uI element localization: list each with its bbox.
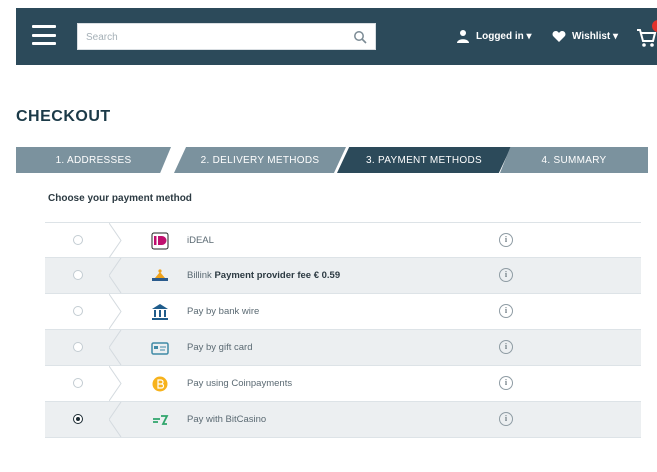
- info-icon[interactable]: i: [499, 304, 513, 318]
- step-addresses[interactable]: 1. ADDRESSES: [16, 147, 171, 173]
- search-icon[interactable]: [353, 30, 367, 44]
- payment-option-bitcasino[interactable]: Pay with BitCasino i: [45, 402, 641, 438]
- info-icon[interactable]: i: [499, 412, 513, 426]
- user-icon: [457, 30, 469, 43]
- payment-option-label: iDEAL: [187, 235, 214, 246]
- row-divider: [109, 294, 122, 329]
- payment-radio[interactable]: [73, 378, 83, 388]
- billink-icon: [152, 269, 168, 281]
- payment-option-label: Pay by bank wire: [187, 306, 260, 317]
- top-navigation-bar: Logged in ▾ Wishlist ▾: [16, 8, 657, 65]
- search-box[interactable]: [77, 23, 376, 50]
- payment-option-ideal[interactable]: iDEAL i: [45, 222, 641, 258]
- payment-option-label: Billink Payment provider fee € 0.59: [187, 270, 340, 281]
- payment-option-label: Pay using Coinpayments: [187, 378, 293, 389]
- row-divider: [109, 366, 122, 401]
- row-divider: [109, 258, 122, 293]
- payment-option-label: Pay by gift card: [187, 342, 253, 353]
- payment-option-billink[interactable]: Billink Payment provider fee € 0.59 i: [45, 258, 641, 294]
- payment-option-bank-wire[interactable]: Pay by bank wire i: [45, 294, 641, 330]
- payment-radio[interactable]: [73, 342, 83, 352]
- payment-radio[interactable]: [73, 270, 83, 280]
- payment-option-label: Pay with BitCasino: [187, 414, 267, 425]
- account-menu-label: Logged in ▾: [476, 30, 532, 42]
- info-icon[interactable]: i: [499, 233, 513, 247]
- page-title: CHECKOUT: [16, 108, 111, 125]
- checkout-steps: 1. ADDRESSES 2. DELIVERY METHODS 3. PAYM…: [16, 147, 648, 173]
- hamburger-menu-icon[interactable]: [32, 25, 56, 45]
- payment-method-list: iDEAL i Billink Payment provider fee € 0…: [45, 222, 641, 438]
- payment-radio-selected[interactable]: [73, 414, 83, 424]
- payment-radio[interactable]: [73, 306, 83, 316]
- bitcoin-cash-icon: [153, 415, 169, 425]
- payment-radio[interactable]: [73, 235, 83, 245]
- payment-option-gift-card[interactable]: Pay by gift card i: [45, 330, 641, 366]
- choose-payment-heading: Choose your payment method: [48, 193, 192, 204]
- gift-card-icon: [151, 342, 169, 355]
- info-icon[interactable]: i: [499, 268, 513, 282]
- ideal-icon: [151, 232, 169, 250]
- step-payment-methods[interactable]: 3. PAYMENT METHODS: [337, 147, 511, 173]
- row-divider: [109, 330, 122, 365]
- step-summary[interactable]: 4. SUMMARY: [500, 147, 648, 173]
- row-divider: [109, 223, 122, 258]
- payment-option-fee: Payment provider fee € 0.59: [214, 270, 341, 281]
- row-divider: [109, 402, 122, 437]
- info-icon[interactable]: i: [499, 376, 513, 390]
- step-delivery-methods[interactable]: 2. DELIVERY METHODS: [174, 147, 346, 173]
- payment-option-coinpayments[interactable]: Pay using Coinpayments i: [45, 366, 641, 402]
- wishlist-menu[interactable]: Wishlist ▾: [552, 28, 618, 44]
- bitcoin-icon: [152, 376, 168, 392]
- heart-icon: [552, 30, 566, 42]
- account-menu[interactable]: Logged in ▾: [456, 28, 532, 44]
- bank-icon: [152, 304, 168, 320]
- shopping-cart-button[interactable]: [636, 20, 657, 48]
- cart-count-badge: [652, 20, 657, 32]
- payment-option-name: Billink: [187, 270, 212, 281]
- info-icon[interactable]: i: [499, 340, 513, 354]
- wishlist-menu-label: Wishlist ▾: [572, 30, 619, 42]
- search-input[interactable]: [86, 29, 336, 45]
